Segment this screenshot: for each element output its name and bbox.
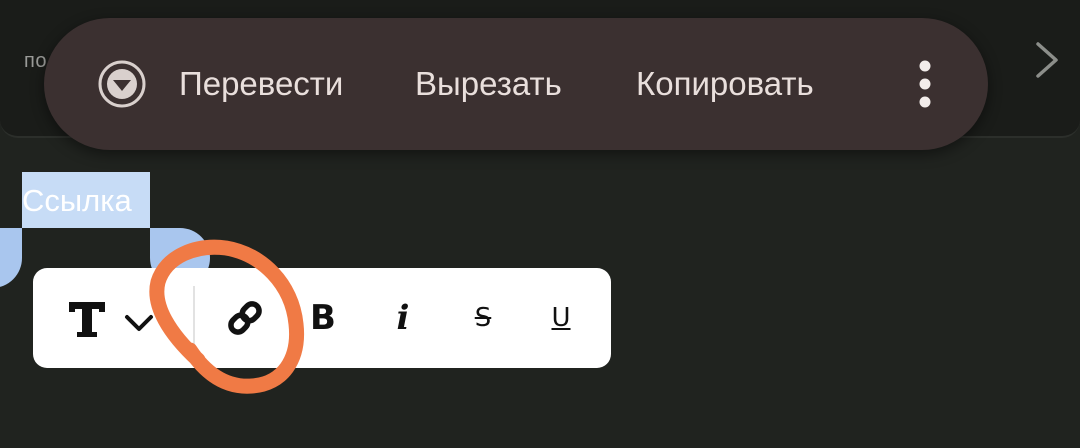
chevron-down-circle-icon[interactable] — [98, 60, 146, 108]
toolbar-divider — [193, 286, 195, 350]
text-format-icon — [69, 302, 153, 337]
text-selection-context-menu: Перевести Вырезать Копировать — [44, 18, 988, 150]
suggestion-bar-text: по — [24, 50, 47, 72]
selection-handle-start[interactable] — [0, 228, 22, 288]
copy-menu-item[interactable]: Копировать — [636, 64, 814, 104]
strikethrough-button[interactable]: S — [457, 292, 509, 344]
italic-button[interactable]: i — [377, 292, 429, 344]
more-options-icon[interactable] — [910, 58, 940, 110]
cut-menu-item[interactable]: Вырезать — [415, 64, 562, 104]
formatting-toolbar: B i S U — [33, 268, 611, 368]
selected-text[interactable]: Ссылка — [22, 183, 132, 219]
bold-label: B — [310, 298, 336, 338]
translate-menu-item[interactable]: Перевести — [179, 64, 343, 104]
strikethrough-label: S — [474, 303, 492, 333]
underline-button[interactable]: U — [535, 292, 587, 344]
link-button[interactable] — [219, 292, 271, 344]
italic-label: i — [396, 298, 410, 338]
chevron-right-icon[interactable] — [1034, 42, 1060, 78]
text-style-button[interactable] — [63, 292, 155, 344]
bold-button[interactable]: B — [297, 292, 349, 344]
app-root: по Перевести Вырезать Копировать Ссылка — [0, 0, 1080, 448]
link-icon — [228, 301, 262, 335]
underline-label: U — [551, 303, 571, 333]
